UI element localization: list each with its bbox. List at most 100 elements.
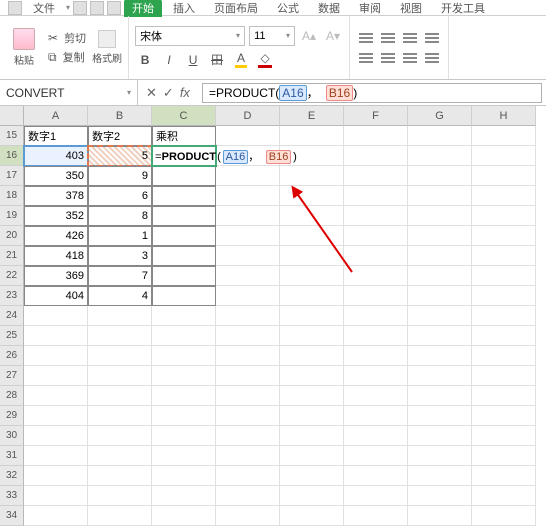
- cell-H17[interactable]: [472, 166, 536, 186]
- row-header[interactable]: 19: [0, 206, 24, 226]
- cell-F28[interactable]: [344, 386, 408, 406]
- cell-F26[interactable]: [344, 346, 408, 366]
- tab-insert[interactable]: 插入: [165, 0, 203, 17]
- cell-D32[interactable]: [216, 466, 280, 486]
- cell-C17[interactable]: [152, 166, 216, 186]
- cell-F20[interactable]: [344, 226, 408, 246]
- font-color-button[interactable]: ◇: [255, 50, 275, 70]
- cell-G26[interactable]: [408, 346, 472, 366]
- cell-E33[interactable]: [280, 486, 344, 506]
- col-header-F[interactable]: F: [344, 106, 408, 126]
- col-header-E[interactable]: E: [280, 106, 344, 126]
- row-header[interactable]: 29: [0, 406, 24, 426]
- font-name-select[interactable]: 宋体▾: [135, 26, 245, 46]
- cell-D25[interactable]: [216, 326, 280, 346]
- row-header[interactable]: 27: [0, 366, 24, 386]
- cell-H29[interactable]: [472, 406, 536, 426]
- cell-C34[interactable]: [152, 506, 216, 526]
- cell-H34[interactable]: [472, 506, 536, 526]
- cell-H32[interactable]: [472, 466, 536, 486]
- col-header-B[interactable]: B: [88, 106, 152, 126]
- cell-H23[interactable]: [472, 286, 536, 306]
- underline-button[interactable]: U: [183, 50, 203, 70]
- cell-E22[interactable]: [280, 266, 344, 286]
- cell-H30[interactable]: [472, 426, 536, 446]
- cell-E27[interactable]: [280, 366, 344, 386]
- cell-F16[interactable]: [344, 146, 408, 166]
- cell-G16[interactable]: [408, 146, 472, 166]
- cell-D27[interactable]: [216, 366, 280, 386]
- row-header[interactable]: 33: [0, 486, 24, 506]
- cell-A24[interactable]: [24, 306, 88, 326]
- cell-G18[interactable]: [408, 186, 472, 206]
- row-header[interactable]: 18: [0, 186, 24, 206]
- cell-F24[interactable]: [344, 306, 408, 326]
- row-header[interactable]: 34: [0, 506, 24, 526]
- cell-D31[interactable]: [216, 446, 280, 466]
- cell-F31[interactable]: [344, 446, 408, 466]
- cell-H20[interactable]: [472, 226, 536, 246]
- cell-G21[interactable]: [408, 246, 472, 266]
- cell-C31[interactable]: [152, 446, 216, 466]
- align-bottom-button[interactable]: [400, 29, 420, 47]
- cell-G23[interactable]: [408, 286, 472, 306]
- cell-A19[interactable]: 352: [24, 206, 88, 226]
- cell-E24[interactable]: [280, 306, 344, 326]
- cell-B27[interactable]: [88, 366, 152, 386]
- select-all-corner[interactable]: [0, 106, 24, 126]
- col-header-D[interactable]: D: [216, 106, 280, 126]
- cell-F21[interactable]: [344, 246, 408, 266]
- cell-A25[interactable]: [24, 326, 88, 346]
- row-header[interactable]: 26: [0, 346, 24, 366]
- cell-H26[interactable]: [472, 346, 536, 366]
- save-icon[interactable]: [73, 1, 87, 15]
- cell-G30[interactable]: [408, 426, 472, 446]
- cell-A34[interactable]: [24, 506, 88, 526]
- cell-B22[interactable]: 7: [88, 266, 152, 286]
- cell-E18[interactable]: [280, 186, 344, 206]
- cell-C26[interactable]: [152, 346, 216, 366]
- cell-A20[interactable]: 426: [24, 226, 88, 246]
- cell-G31[interactable]: [408, 446, 472, 466]
- cell-H31[interactable]: [472, 446, 536, 466]
- row-header[interactable]: 21: [0, 246, 24, 266]
- cell-B23[interactable]: 4: [88, 286, 152, 306]
- paste-button[interactable]: 粘贴: [6, 28, 42, 67]
- align-center-button[interactable]: [378, 49, 398, 67]
- cell-H33[interactable]: [472, 486, 536, 506]
- cell-B20[interactable]: 1: [88, 226, 152, 246]
- tab-layout[interactable]: 页面布局: [206, 0, 266, 17]
- cell-E34[interactable]: [280, 506, 344, 526]
- cell-D21[interactable]: [216, 246, 280, 266]
- cell-C30[interactable]: [152, 426, 216, 446]
- align-top-button[interactable]: [356, 29, 376, 47]
- cell-E17[interactable]: [280, 166, 344, 186]
- cell-E28[interactable]: [280, 386, 344, 406]
- tab-formula[interactable]: 公式: [269, 0, 307, 17]
- cell-G34[interactable]: [408, 506, 472, 526]
- cell-E25[interactable]: [280, 326, 344, 346]
- undo-icon[interactable]: [90, 1, 104, 15]
- cell-A18[interactable]: 378: [24, 186, 88, 206]
- col-header-A[interactable]: A: [24, 106, 88, 126]
- cell-E30[interactable]: [280, 426, 344, 446]
- cell-A26[interactable]: [24, 346, 88, 366]
- cell-F34[interactable]: [344, 506, 408, 526]
- redo-icon[interactable]: [107, 1, 121, 15]
- cell-H22[interactable]: [472, 266, 536, 286]
- cell-C28[interactable]: [152, 386, 216, 406]
- cell-C18[interactable]: [152, 186, 216, 206]
- cell-A16[interactable]: 403: [24, 146, 88, 166]
- cell-G20[interactable]: [408, 226, 472, 246]
- cell-H21[interactable]: [472, 246, 536, 266]
- cell-C27[interactable]: [152, 366, 216, 386]
- cell-B16[interactable]: 5: [88, 146, 152, 166]
- cell-B21[interactable]: 3: [88, 246, 152, 266]
- tab-start[interactable]: 开始: [124, 0, 162, 17]
- cell-H19[interactable]: [472, 206, 536, 226]
- row-header[interactable]: 16: [0, 146, 24, 166]
- cell-H16[interactable]: [472, 146, 536, 166]
- cell-H24[interactable]: [472, 306, 536, 326]
- font-size-select[interactable]: 11▾: [249, 26, 295, 46]
- cell-H25[interactable]: [472, 326, 536, 346]
